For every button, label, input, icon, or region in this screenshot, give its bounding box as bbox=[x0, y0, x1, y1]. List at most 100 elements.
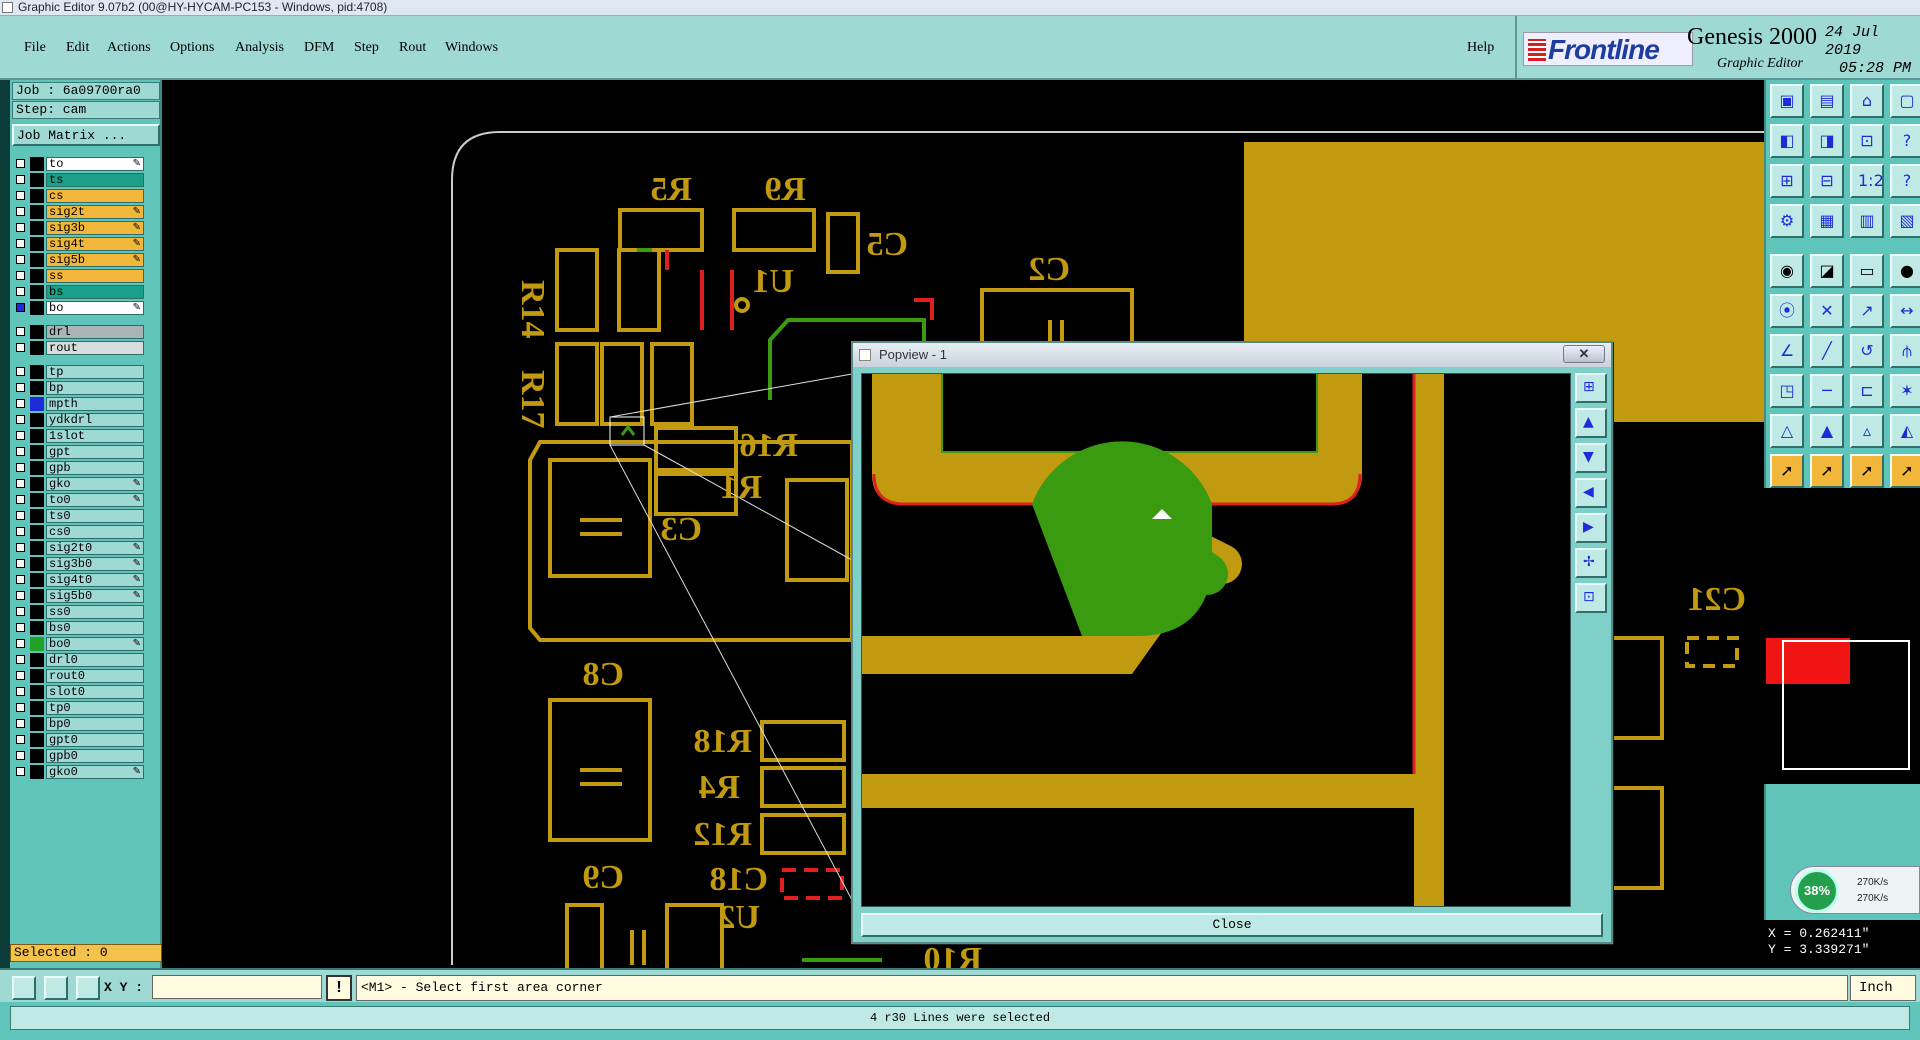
wand-icon[interactable]: ➚ bbox=[1890, 454, 1920, 488]
layer-color-swatch[interactable] bbox=[30, 557, 44, 571]
layer-name[interactable]: to ✎ bbox=[46, 157, 144, 171]
layer-name[interactable]: gpt bbox=[46, 445, 144, 459]
layer-row-sig4t[interactable]: sig4t ✎ bbox=[14, 236, 144, 252]
layer-color-swatch[interactable] bbox=[30, 341, 44, 355]
layer-row-bo[interactable]: bo ✎ bbox=[14, 300, 144, 316]
layer-name[interactable]: gko0 ✎ bbox=[46, 765, 144, 779]
layer-row-sig2t[interactable]: sig2t ✎ bbox=[14, 204, 144, 220]
layer-row-drl0[interactable]: drl0 bbox=[14, 652, 144, 668]
layer-name[interactable]: to0 ✎ bbox=[46, 493, 144, 507]
layer-checkbox[interactable] bbox=[16, 687, 25, 696]
layer-name[interactable]: cs bbox=[46, 189, 144, 203]
fold-icon[interactable]: ⫛ bbox=[1890, 334, 1920, 368]
layer-name[interactable]: sig2t ✎ bbox=[46, 205, 144, 219]
layer-color-swatch[interactable] bbox=[30, 173, 44, 187]
pv-zoom-icon[interactable]: ⊞ bbox=[1575, 373, 1607, 403]
layer-row-ts[interactable]: ts bbox=[14, 172, 144, 188]
layer-checkbox[interactable] bbox=[16, 719, 25, 728]
layer-name[interactable]: sig4t ✎ bbox=[46, 237, 144, 251]
center-icon[interactable]: ⊡ bbox=[1850, 124, 1884, 158]
select-icon[interactable]: ◉ bbox=[1770, 254, 1804, 288]
node-icon[interactable]: ⦿ bbox=[1770, 294, 1804, 328]
layer-name[interactable]: cs0 bbox=[46, 525, 144, 539]
pv-up-icon[interactable]: ▲ bbox=[1575, 408, 1607, 438]
menu-file[interactable]: File bbox=[24, 40, 46, 56]
layer-checkbox[interactable] bbox=[16, 767, 25, 776]
layer-row-slot0[interactable]: slot0 bbox=[14, 684, 144, 700]
layer-checkbox[interactable] bbox=[16, 223, 25, 232]
layer-name[interactable]: ss0 bbox=[46, 605, 144, 619]
layer-checkbox[interactable] bbox=[16, 623, 25, 632]
menu-edit[interactable]: Edit bbox=[66, 40, 89, 56]
layer-name[interactable]: 1slot bbox=[46, 429, 144, 443]
layer-checkbox[interactable] bbox=[16, 479, 25, 488]
layer-row-bs[interactable]: bs bbox=[14, 284, 144, 300]
layer-color-swatch[interactable] bbox=[30, 301, 44, 315]
layer-color-swatch[interactable] bbox=[30, 381, 44, 395]
layer-name[interactable]: bp bbox=[46, 381, 144, 395]
layer-checkbox[interactable] bbox=[16, 303, 25, 312]
layer-checkbox[interactable] bbox=[16, 559, 25, 568]
star-icon[interactable]: ✶ bbox=[1890, 374, 1920, 408]
layer-name[interactable]: gpt0 bbox=[46, 733, 144, 747]
layer-row-tp[interactable]: tp bbox=[14, 364, 144, 380]
pan-left-icon[interactable]: ◧ bbox=[1770, 124, 1804, 158]
shape-icon[interactable]: ▵ bbox=[1850, 414, 1884, 448]
layer-name[interactable]: sig2t0 ✎ bbox=[46, 541, 144, 555]
ruler-icon[interactable]: ▭ bbox=[1850, 254, 1884, 288]
layer-checkbox[interactable] bbox=[16, 511, 25, 520]
layer-checkbox[interactable] bbox=[16, 415, 25, 424]
pv-fit-icon[interactable]: ✢ bbox=[1575, 548, 1607, 578]
layer-row-sig3b0[interactable]: sig3b0 ✎ bbox=[14, 556, 144, 572]
layer-checkbox[interactable] bbox=[16, 287, 25, 296]
layer-row-sig5b[interactable]: sig5b ✎ bbox=[14, 252, 144, 268]
zoom-box-icon[interactable]: ? bbox=[1890, 124, 1920, 158]
layer-checkbox[interactable] bbox=[16, 575, 25, 584]
layer-color-swatch[interactable] bbox=[30, 669, 44, 683]
dash-icon[interactable]: ─ bbox=[1810, 374, 1844, 408]
layer-color-swatch[interactable] bbox=[30, 157, 44, 171]
layer-color-swatch[interactable] bbox=[30, 637, 44, 651]
layer-row-rout0[interactable]: rout0 bbox=[14, 668, 144, 684]
layer-name[interactable]: tp bbox=[46, 365, 144, 379]
minimap-view-frame[interactable] bbox=[1782, 640, 1910, 770]
grid-icon[interactable]: ▦ bbox=[1810, 204, 1844, 238]
layer-row-gpb[interactable]: gpb bbox=[14, 460, 144, 476]
pad-icon[interactable]: ◳ bbox=[1770, 374, 1804, 408]
zoom-home-icon[interactable]: ▣ bbox=[1770, 84, 1804, 118]
layer-color-swatch[interactable] bbox=[30, 493, 44, 507]
layer-row-bp0[interactable]: bp0 bbox=[14, 716, 144, 732]
layer-name[interactable]: ts bbox=[46, 173, 144, 187]
pointer-icon[interactable]: ➚ bbox=[1770, 454, 1804, 488]
cross-icon[interactable]: ✕ bbox=[1810, 294, 1844, 328]
layer-checkbox[interactable] bbox=[16, 271, 25, 280]
layer-name[interactable]: sig3b0 ✎ bbox=[46, 557, 144, 571]
pv-zoom-box-icon[interactable]: ⊡ bbox=[1575, 583, 1607, 613]
layer-color-swatch[interactable] bbox=[30, 413, 44, 427]
bracket-icon[interactable]: ⊏ bbox=[1850, 374, 1884, 408]
layer-name[interactable]: tp0 bbox=[46, 701, 144, 715]
grid-icon[interactable] bbox=[76, 976, 100, 1000]
draw-icon[interactable]: ◪ bbox=[1810, 254, 1844, 288]
layer-row-rout[interactable]: rout bbox=[14, 340, 144, 356]
dot-icon[interactable]: ● bbox=[1890, 254, 1920, 288]
menu-dfm[interactable]: DFM bbox=[304, 40, 334, 56]
pv-right-icon[interactable]: ▶ bbox=[1575, 513, 1607, 543]
layer-row-bo0[interactable]: bo0 ✎ bbox=[14, 636, 144, 652]
layer-name[interactable]: drl bbox=[46, 325, 144, 339]
layer-checkbox[interactable] bbox=[16, 239, 25, 248]
layer-checkbox[interactable] bbox=[16, 447, 25, 456]
layer-row-drl[interactable]: drl bbox=[14, 324, 144, 340]
layer-color-swatch[interactable] bbox=[30, 685, 44, 699]
layer-color-swatch[interactable] bbox=[30, 429, 44, 443]
layer-color-swatch[interactable] bbox=[30, 189, 44, 203]
layer-checkbox[interactable] bbox=[16, 703, 25, 712]
layer-checkbox[interactable] bbox=[16, 671, 25, 680]
layer-row-cs0[interactable]: cs0 bbox=[14, 524, 144, 540]
copy-icon[interactable]: ↔ bbox=[1890, 294, 1920, 328]
layer-checkbox[interactable] bbox=[16, 367, 25, 376]
layer-checkbox[interactable] bbox=[16, 591, 25, 600]
angle-icon[interactable]: ∠ bbox=[1770, 334, 1804, 368]
layer-name[interactable]: bo ✎ bbox=[46, 301, 144, 315]
layer-checkbox[interactable] bbox=[16, 655, 25, 664]
